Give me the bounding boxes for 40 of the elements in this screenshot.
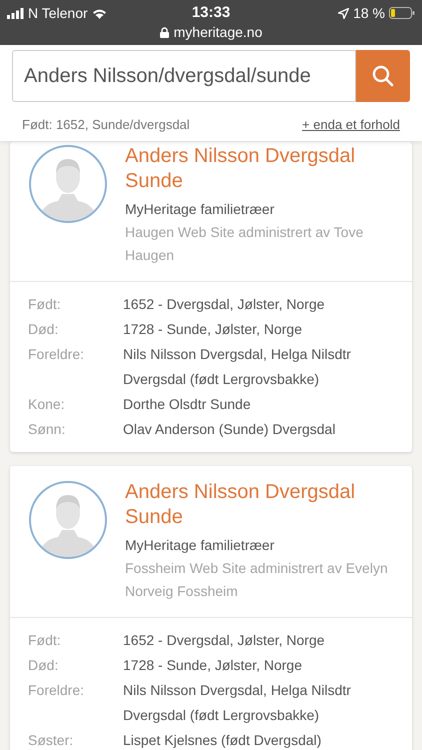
fact-value: 1652 - Dvergsdal, Jølster, Norge <box>123 630 326 650</box>
fact-value: Olav Anderson (Sunde) Dvergsdal <box>123 420 336 439</box>
fact-value: 1728 - Sunde, Jølster, Norge <box>123 656 303 675</box>
fact-value: Dorthe Olsdtr Sunde <box>123 394 252 414</box>
result-card[interactable] <box>10 142 412 452</box>
fact-label: Søster: <box>28 730 74 750</box>
clock-time: 13:33 <box>192 2 230 23</box>
site-owner-text: Haugen Web Site administrert av Tove Haugen <box>125 222 364 265</box>
lock-icon <box>160 26 169 38</box>
site-owner-text: Fossheim Web Site administrert av Evelyn Norveig Fossheim <box>125 558 389 601</box>
carrier-name: N Telenor <box>28 4 88 22</box>
fact-value: 1652 - Dvergsdal, Jølster, Norge <box>123 294 326 314</box>
fact-value: Lispet Kjelsnes (født Dvergsdal) <box>123 730 322 750</box>
fact-label: Kone: <box>28 394 66 414</box>
signal-icon <box>7 8 24 18</box>
fact-label: Død: <box>28 320 60 338</box>
fact-label: Foreldre: <box>28 344 86 364</box>
source-label: MyHeritage familietræer <box>125 536 276 555</box>
battery-percentage: 18 % <box>353 4 385 22</box>
result-card[interactable] <box>10 466 412 750</box>
fact-label: Født: <box>28 294 62 314</box>
fact-label: Født: <box>28 630 62 650</box>
search-icon <box>372 65 394 87</box>
fact-value: 1728 - Sunde, Jølster, Norge <box>123 320 303 339</box>
battery-icon <box>389 7 415 19</box>
fact-label: Død: <box>28 656 60 674</box>
fact-value: Nils Nilsson Dvergsdal, Helga Nilsdtr Dvergsdal (født Lergrovsbakke) <box>123 344 352 389</box>
add-relationship-link[interactable]: + enda et forhold <box>302 115 400 134</box>
avatar-placeholder-icon <box>28 144 108 224</box>
source-label: MyHeritage familietræer <box>125 200 276 219</box>
search-summary: Født: 1652, Sunde/dvergsdal <box>22 116 190 134</box>
fact-label: Foreldre: <box>28 680 86 700</box>
search-button[interactable] <box>356 50 410 102</box>
location-arrow-icon <box>338 8 350 18</box>
fact-value: Nils Nilsson Dvergsdal, Helga Nilsdtr Dvergsdal (født Lergrovsbakke) <box>123 680 352 725</box>
fact-label: Sønn: <box>28 420 66 438</box>
search-field[interactable]: Anders Nilsson/dvergsdal/sunde <box>12 50 356 102</box>
avatar-placeholder-icon <box>28 480 108 560</box>
wifi-icon <box>92 8 107 18</box>
page-url[interactable]: myheritage.no <box>174 22 262 42</box>
